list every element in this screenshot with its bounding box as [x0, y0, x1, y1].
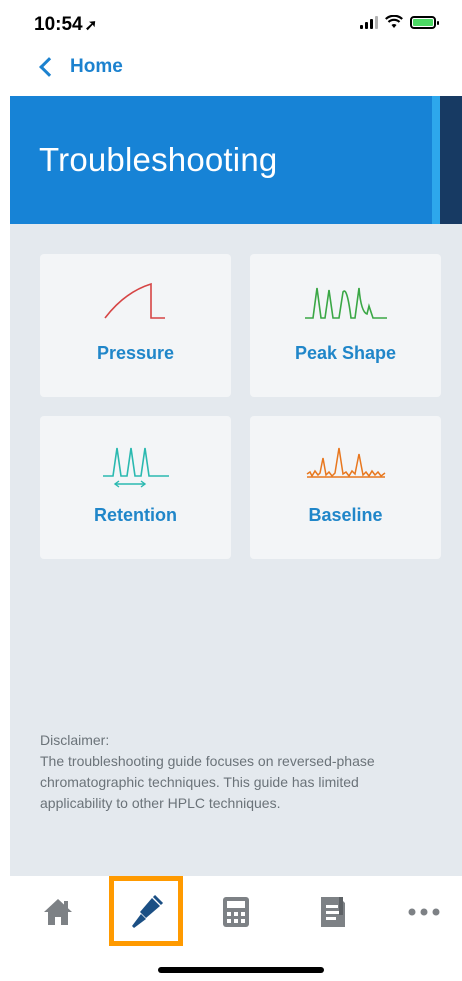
back-label: Home: [70, 56, 123, 77]
tab-more[interactable]: [386, 876, 462, 948]
home-icon: [44, 899, 72, 925]
pressure-curve-icon: [103, 282, 165, 319]
selected-tab-highlight: [109, 876, 183, 946]
header-accent-stripe: [432, 96, 440, 224]
card-label: Peak Shape: [294, 343, 397, 363]
disclaimer: Disclaimer: The troubleshooting guide fo…: [40, 730, 420, 814]
disclaimer-text: The troubleshooting guide focuses on rev…: [40, 753, 375, 811]
back-button[interactable]: Home: [36, 56, 123, 78]
baseline-card[interactable]: Baseline: [250, 416, 441, 559]
calculator-icon: [223, 897, 249, 927]
home-indicator: [158, 967, 324, 973]
peak-shape-card[interactable]: Peak Shape: [250, 254, 441, 397]
pressure-card[interactable]: Pressure: [40, 254, 231, 397]
tab-bar: [0, 876, 462, 981]
content-area: Pressure Peak Shape Retention Baseline D…: [10, 224, 462, 876]
tab-home[interactable]: [20, 876, 96, 948]
card-label: Pressure: [96, 343, 175, 363]
disclaimer-title: Disclaimer:: [40, 732, 110, 748]
retention-card[interactable]: Retention: [40, 416, 231, 559]
status-time: 10:54 ➚: [34, 14, 97, 36]
card-label: Retention: [94, 505, 177, 525]
clock-text: 10:54: [34, 14, 83, 35]
chevron-left-icon: [39, 57, 59, 77]
header-dark-stripe: [440, 96, 462, 224]
page-header: Troubleshooting: [10, 96, 462, 224]
noisy-baseline-icon: [306, 447, 385, 478]
page-title: Troubleshooting: [39, 141, 278, 178]
navigation-bar: Home: [0, 44, 462, 96]
tab-documents[interactable]: [295, 876, 371, 948]
retention-peaks-icon: [102, 447, 169, 488]
status-bar: 10:54 ➚: [0, 0, 462, 44]
location-arrow-icon: ➚: [84, 17, 98, 34]
peak-shape-icon: [304, 287, 387, 319]
wifi-icon: [385, 15, 403, 28]
status-icons: [360, 15, 439, 29]
more-icon: [408, 908, 440, 916]
tab-calculator[interactable]: [198, 876, 274, 948]
signal-icon: [360, 15, 378, 29]
battery-charging-icon: [410, 15, 439, 29]
document-icon: [321, 897, 345, 927]
card-label: Baseline: [308, 505, 383, 525]
